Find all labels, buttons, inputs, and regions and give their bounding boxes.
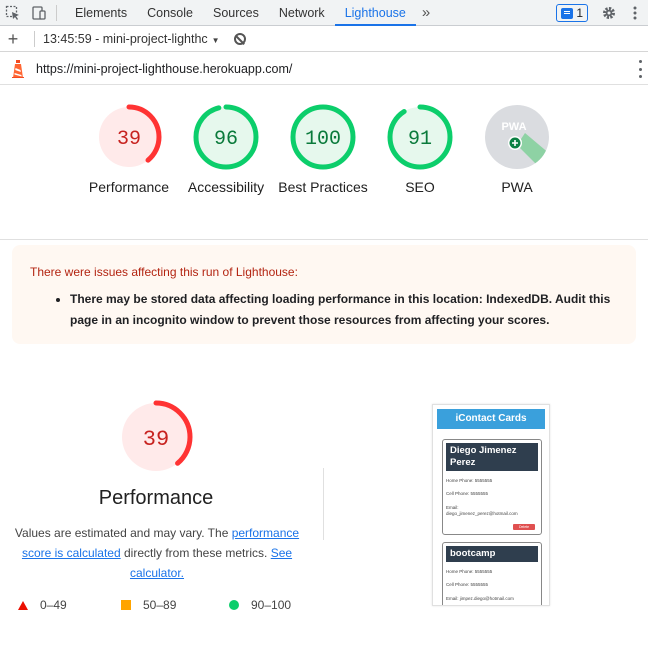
legend-pass: 90–100	[229, 598, 291, 612]
legend-average-range: 50–89	[143, 598, 177, 612]
gauge-label-accessibility: Accessibility	[187, 179, 265, 195]
warning-item: There may be stored data affecting loadi…	[70, 289, 618, 331]
toolbar-separator	[34, 31, 35, 47]
more-tabs-button[interactable]: »	[416, 4, 436, 21]
performance-large-gauge[interactable]: 39	[118, 399, 194, 475]
average-square-icon	[121, 600, 131, 610]
contact-home-phone: Home Phone: 5555555	[446, 569, 493, 574]
performance-score: 39	[117, 128, 141, 151]
section-divider	[323, 468, 324, 540]
contact-card-name: bootcamp	[446, 546, 538, 562]
legend-fail: 0–49	[18, 598, 67, 612]
issue-icon	[561, 7, 574, 19]
pass-circle-icon	[229, 600, 239, 610]
fail-triangle-icon	[18, 600, 28, 610]
description-text-2: directly from these metrics.	[120, 546, 271, 560]
contact-home-phone: Home Phone: 5555555	[446, 478, 493, 483]
delete-button: Delete	[513, 524, 535, 530]
accessibility-score: 96	[214, 128, 238, 151]
accessibility-gauge-ring: 96	[193, 104, 259, 170]
performance-title: Performance	[98, 487, 214, 509]
lighthouse-logo-icon	[0, 59, 36, 78]
gauge-pwa[interactable]: PWA PWA	[468, 103, 566, 197]
report-selector[interactable]: 13:45:59 - mini-project-lighthc ▼	[43, 32, 220, 46]
gauge-label-best-practices: Best Practices	[278, 179, 368, 195]
report-url: https://mini-project-lighthouse.herokuap…	[36, 61, 293, 76]
contact-email: Email: jimpez.diego@hotmail.com	[446, 596, 514, 601]
tab-separator	[56, 4, 57, 21]
issues-count: 1	[576, 6, 583, 20]
warning-title: There were issues affecting this run of …	[30, 265, 298, 279]
best-practices-gauge-ring: 100	[290, 104, 356, 170]
more-options-icon[interactable]	[622, 0, 648, 26]
contact-card: Diego Jimenez Perez Home Phone: 5555555 …	[442, 439, 542, 535]
legend-pass-range: 90–100	[251, 598, 292, 612]
settings-gear-icon[interactable]	[596, 0, 622, 26]
pwa-badge-text: PWA	[501, 121, 526, 133]
pwa-badge-icon: PWA	[485, 105, 549, 169]
inspect-element-icon[interactable]	[0, 0, 26, 26]
tab-sources[interactable]: Sources	[203, 0, 269, 26]
contact-cell-phone: Cell Phone: 5555555	[446, 582, 489, 587]
lighthouse-toolbar: + 13:45:59 - mini-project-lighthc ▼	[0, 27, 648, 52]
report-menu-icon[interactable]	[638, 60, 642, 78]
contact-card-name: Diego Jimenez Perez	[446, 443, 538, 471]
tab-elements[interactable]: Elements	[65, 0, 137, 26]
gauge-performance[interactable]: 39 Performance	[80, 103, 178, 197]
devtools-tab-bar: Elements Console Sources Network Lightho…	[0, 0, 648, 26]
final-screenshot-thumbnail[interactable]: iContact Cards Diego Jimenez Perez Home …	[432, 404, 550, 606]
contact-cell-phone: Cell Phone: 5555555	[446, 491, 489, 496]
seo-gauge-ring: 91	[387, 104, 453, 170]
clear-reports-icon[interactable]	[233, 33, 246, 45]
run-warnings-box: There were issues affecting this run of …	[12, 245, 636, 344]
performance-section: 39 Performance Values are estimated and …	[0, 395, 320, 635]
new-report-button[interactable]: +	[0, 29, 26, 50]
device-toolbar-icon[interactable]	[26, 0, 52, 26]
warning-list: There may be stored data affecting loadi…	[30, 289, 618, 331]
tab-console[interactable]: Console	[137, 0, 203, 26]
legend-average: 50–89	[121, 598, 176, 612]
best-practices-score: 100	[305, 128, 341, 151]
performance-gauge-ring: 39	[96, 104, 162, 170]
legend-fail-range: 0–49	[40, 598, 67, 612]
performance-description: Values are estimated and may vary. The p…	[8, 523, 306, 583]
thumbnail-app-header: iContact Cards	[437, 409, 545, 429]
contact-email: diego_jimenez_perez@hotmail.com	[446, 511, 518, 516]
performance-large-score: 39	[143, 427, 169, 452]
tab-lighthouse[interactable]: Lighthouse	[334, 0, 416, 26]
seo-score: 91	[408, 128, 432, 151]
report-url-bar: https://mini-project-lighthouse.herokuap…	[0, 53, 648, 85]
gauge-seo[interactable]: 91 SEO	[371, 103, 469, 197]
gauge-accessibility[interactable]: 96 Accessibility	[177, 103, 275, 197]
gauge-label-pwa: PWA	[501, 179, 533, 195]
description-text-1: Values are estimated and may vary. The	[14, 526, 232, 540]
gauge-label-seo: SEO	[405, 179, 435, 195]
score-gauges: 39 Performance 96 Accessibility 100 Best…	[0, 85, 648, 240]
report-selector-label: 13:45:59 - mini-project-lighthc	[43, 32, 208, 46]
dropdown-arrow-icon: ▼	[211, 36, 220, 45]
issues-counter-button[interactable]: 1	[556, 4, 588, 22]
contact-card: bootcamp Home Phone: 5555555 Cell Phone:…	[442, 542, 542, 605]
gauge-best-practices[interactable]: 100 Best Practices	[274, 103, 372, 197]
gauge-label-performance: Performance	[88, 179, 170, 195]
tab-network[interactable]: Network	[269, 0, 335, 26]
